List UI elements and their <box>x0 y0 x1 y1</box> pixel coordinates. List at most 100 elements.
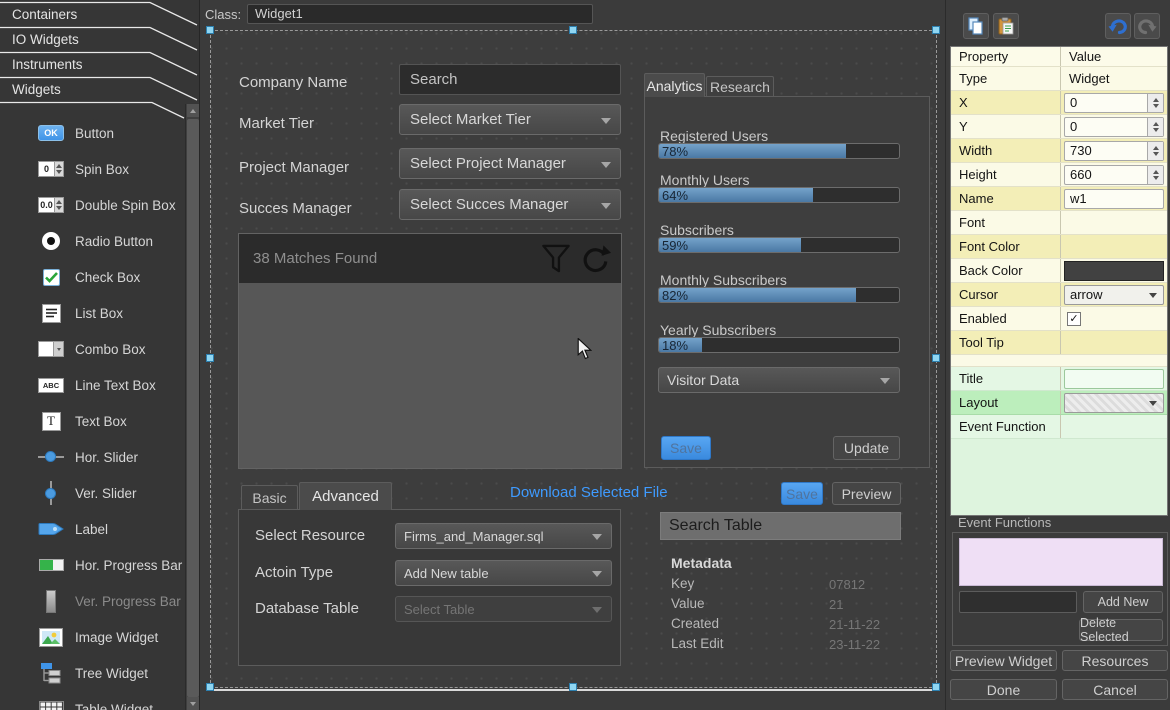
property-row-cursor: Cursor arrow <box>951 283 1167 307</box>
delete-selected-button[interactable]: Delete Selected <box>1079 619 1163 641</box>
palette-item-label: Table Widget <box>75 702 153 710</box>
preview-button[interactable]: Preview <box>832 482 901 505</box>
font-value-cell[interactable] <box>1061 211 1167 234</box>
event-functions-list[interactable] <box>959 538 1163 586</box>
palette-item-button[interactable]: OK Button <box>0 115 183 151</box>
category-tab-io-widgets[interactable]: IO Widgets <box>12 31 79 48</box>
market-tier-combobox[interactable]: Select Market Tier <box>399 104 621 135</box>
registered-users-progressbar: 78% <box>658 143 900 159</box>
matches-list-panel[interactable]: 38 Matches Found <box>238 233 622 469</box>
palette-scrollbar[interactable] <box>185 104 199 710</box>
preview-widget-button[interactable]: Preview Widget <box>950 650 1057 671</box>
palette-item-label: Check Box <box>75 270 140 285</box>
palette-item-label: Spin Box <box>75 162 129 177</box>
cursor-dropdown[interactable]: arrow <box>1064 285 1164 305</box>
palette-item-double-spin-box[interactable]: 0.0 Double Spin Box <box>0 187 183 223</box>
palette-item-line-text-box[interactable]: ABC Line Text Box <box>0 367 183 403</box>
palette-item-tree-widget[interactable]: Tree Widget <box>0 655 183 691</box>
category-tab-widgets[interactable]: Widgets <box>12 81 61 98</box>
paste-button[interactable] <box>993 13 1019 39</box>
combobox-value: Select Market Tier <box>410 111 531 128</box>
undo-button[interactable] <box>1105 13 1131 39</box>
visitor-data-combobox[interactable]: Visitor Data <box>658 367 900 393</box>
palette-item-text-box[interactable]: T Text Box <box>0 403 183 439</box>
metadata-last-edit-label: Last Edit <box>671 636 724 651</box>
resources-button[interactable]: Resources <box>1062 650 1168 671</box>
title-field[interactable] <box>1064 369 1164 389</box>
property-row-x: X 0 <box>951 91 1167 115</box>
company-search-input[interactable]: Search <box>399 64 621 95</box>
resize-handle-middle-right[interactable] <box>932 354 940 362</box>
scroll-down-icon[interactable] <box>187 697 199 710</box>
event-function-value-cell[interactable] <box>1061 415 1167 438</box>
font-color-value-cell[interactable] <box>1061 235 1167 258</box>
update-button[interactable]: Update <box>833 436 900 460</box>
height-spinbox[interactable]: 660 <box>1064 165 1164 185</box>
category-tab-containers[interactable]: Containers <box>12 6 77 23</box>
done-button[interactable]: Done <box>950 679 1057 700</box>
enabled-checkbox[interactable]: ✓ <box>1067 312 1081 326</box>
palette-item-label: Combo Box <box>75 342 146 357</box>
monthly-subscribers-progressbar: 82% <box>658 287 900 303</box>
add-new-button[interactable]: Add New <box>1083 591 1163 613</box>
combobox-value: Select Succes Manager <box>410 196 568 213</box>
spin-arrows-icon[interactable] <box>1147 142 1163 160</box>
cancel-button[interactable]: Cancel <box>1062 679 1168 700</box>
palette-item-vertical-slider[interactable]: Ver. Slider <box>0 475 183 511</box>
redo-button[interactable] <box>1134 13 1160 39</box>
filter-icon[interactable] <box>540 243 572 276</box>
y-spinbox[interactable]: 0 <box>1064 117 1164 137</box>
analytics-save-button[interactable]: Save <box>661 436 711 460</box>
spin-arrows-icon[interactable] <box>1147 118 1163 136</box>
monthly-users-label: Monthly Users <box>660 172 749 188</box>
palette-item-horizontal-progress-bar[interactable]: Hor. Progress Bar <box>0 547 183 583</box>
project-manager-combobox[interactable]: Select Project Manager <box>399 148 621 179</box>
spin-arrows-icon[interactable] <box>1147 94 1163 112</box>
palette-item-combo-box[interactable]: Combo Box <box>0 331 183 367</box>
download-selected-file-link[interactable]: Download Selected File <box>510 484 668 501</box>
palette-item-horizontal-slider[interactable]: Hor. Slider <box>0 439 183 475</box>
copy-button[interactable] <box>963 13 989 39</box>
event-functions-group: Add New Delete Selected <box>952 532 1168 646</box>
select-resource-combobox[interactable]: Firms_and_Manager.sql <box>395 523 612 549</box>
scrollbar-thumb[interactable] <box>187 119 199 697</box>
tab-research[interactable]: Research <box>706 76 774 96</box>
tab-analytics[interactable]: Analytics <box>644 73 705 97</box>
x-spinbox[interactable]: 0 <box>1064 93 1164 113</box>
palette-item-list-box[interactable]: List Box <box>0 295 183 331</box>
actoin-type-combobox[interactable]: Add New table <box>395 560 612 586</box>
resize-handle-middle-left[interactable] <box>206 354 214 362</box>
category-tab-instruments[interactable]: Instruments <box>12 56 83 73</box>
resize-handle-top-right[interactable] <box>932 26 940 34</box>
file-save-button[interactable]: Save <box>781 482 823 505</box>
palette-item-radio-button[interactable]: Radio Button <box>0 223 183 259</box>
spin-arrows-icon[interactable] <box>1147 166 1163 184</box>
resize-handle-top-left[interactable] <box>206 26 214 34</box>
layout-dropdown[interactable] <box>1064 393 1164 413</box>
back-color-swatch[interactable] <box>1064 261 1164 281</box>
palette-item-label-widget[interactable]: Label <box>0 511 183 547</box>
palette-item-check-box[interactable]: Check Box <box>0 259 183 295</box>
resize-handle-bottom-left[interactable] <box>206 683 214 691</box>
resize-handle-bottom-middle[interactable] <box>569 683 577 691</box>
palette-item-spin-box[interactable]: 0 Spin Box <box>0 151 183 187</box>
tab-advanced[interactable]: Advanced <box>299 482 392 510</box>
event-function-name-input[interactable] <box>959 591 1077 613</box>
class-name-input[interactable]: Widget1 <box>247 4 593 24</box>
palette-item-vertical-progress-bar[interactable]: Ver. Progress Bar <box>0 583 183 619</box>
refresh-icon[interactable] <box>579 243 611 276</box>
width-spinbox[interactable]: 730 <box>1064 141 1164 161</box>
resize-handle-bottom-right[interactable] <box>932 683 940 691</box>
palette-item-image-widget[interactable]: Image Widget <box>0 619 183 655</box>
tab-basic[interactable]: Basic <box>241 485 298 509</box>
design-canvas[interactable]: Company Name Search Market Tier Select M… <box>210 30 937 688</box>
succes-manager-combobox[interactable]: Select Succes Manager <box>399 189 621 220</box>
combobox-value: Select Table <box>404 602 475 617</box>
tool-tip-value-cell[interactable] <box>1061 331 1167 354</box>
database-table-combobox[interactable]: Select Table <box>395 596 612 622</box>
palette-item-table-widget[interactable]: Table Widget <box>0 691 183 710</box>
search-table-input[interactable]: Search Table <box>660 512 901 540</box>
name-field[interactable]: w1 <box>1064 189 1164 209</box>
scroll-up-icon[interactable] <box>187 104 199 117</box>
resize-handle-top-middle[interactable] <box>569 26 577 34</box>
